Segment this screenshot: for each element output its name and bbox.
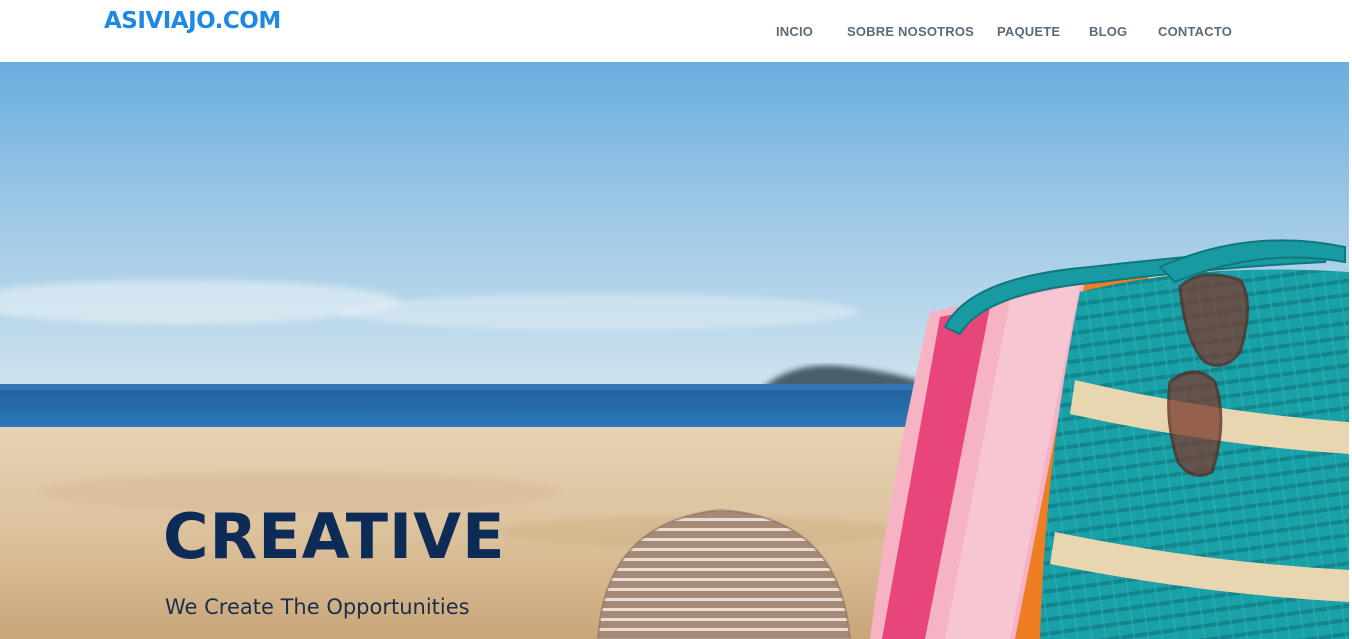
hero-subtitle: We Create The Opportunities [165, 595, 470, 619]
nav-item-incio[interactable]: INCIO [776, 24, 813, 39]
nav-item-sobre-nosotros[interactable]: SOBRE NOSOTROS [847, 24, 974, 39]
main-nav: INCIO SOBRE NOSOTROS PAQUETE BLOG CONTAC… [0, 24, 1352, 40]
site-header: ASIVIAJO.COM INCIO SOBRE NOSOTROS PAQUET… [0, 0, 1352, 62]
hero-title: CREATIVE [163, 500, 506, 573]
nav-item-contacto[interactable]: CONTACTO [1158, 24, 1232, 39]
hero-banner: CREATIVE We Create The Opportunities [0, 62, 1349, 639]
nav-item-paquete[interactable]: PAQUETE [997, 24, 1060, 39]
nav-item-blog[interactable]: BLOG [1089, 24, 1127, 39]
